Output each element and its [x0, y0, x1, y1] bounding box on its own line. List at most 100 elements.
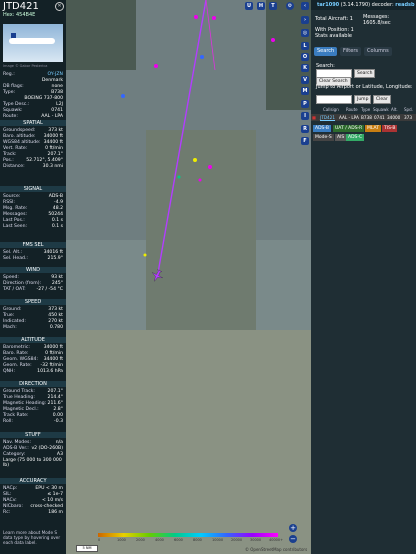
map-view[interactable]	[66, 0, 311, 554]
map-button-l[interactable]: L	[301, 42, 309, 50]
detail-value: 186 m	[48, 510, 63, 515]
altitude-color-legend	[98, 533, 278, 537]
map-button-r[interactable]: R	[301, 125, 309, 133]
filter-modes[interactable]: Mode-S	[313, 134, 334, 141]
map-attribution[interactable]: © OpenStreetMap contributors	[245, 547, 307, 552]
jump-button[interactable]: Jump	[354, 95, 372, 104]
ais-dot[interactable]	[177, 175, 181, 179]
detail-key: Baro. Rate:	[3, 351, 29, 356]
detail-key: Messages:	[3, 212, 28, 217]
ais-dot[interactable]	[200, 55, 204, 59]
zoom-in-button[interactable]: +	[289, 524, 297, 532]
detail-key: Sel. Head.:	[3, 256, 28, 261]
detail-value: 30.3 nmi	[42, 164, 63, 169]
close-icon[interactable]: ✕	[55, 2, 64, 11]
detail-value: 270 kt	[48, 319, 63, 324]
fuselage	[9, 38, 55, 44]
col-squawk[interactable]: Squawk	[373, 107, 389, 112]
decoder-link[interactable]: readsb	[395, 2, 414, 8]
aircraft-callsign[interactable]: JTD421	[3, 1, 39, 12]
detail-key: True Heading:	[3, 395, 35, 400]
detail-key: DB flags:	[3, 84, 24, 89]
map-button-h[interactable]: H	[257, 2, 265, 10]
filter-adsc[interactable]: ADS-C	[346, 134, 365, 141]
ais-dot[interactable]	[143, 253, 147, 257]
ais-dot[interactable]	[208, 165, 212, 169]
zoom-out-button[interactable]: −	[289, 535, 297, 543]
stats-available[interactable]: Stats available	[315, 33, 352, 39]
section-accuracy: ACCURACY	[0, 478, 66, 484]
aircraft-detail-panel: JTD421 Hex: 454B4E ✕ Image © Gabor Peste…	[0, 0, 66, 554]
collapse-icon[interactable]: ‹	[301, 2, 309, 10]
col-spd[interactable]: Spd.	[404, 107, 413, 112]
map-button-i[interactable]: I	[301, 112, 309, 120]
detail-key: Indicated:	[3, 319, 26, 324]
jump-input[interactable]	[316, 95, 352, 104]
row-spd: 373	[404, 115, 412, 120]
map-button-v[interactable]: V	[301, 76, 309, 84]
aircraft-photo[interactable]	[3, 24, 63, 62]
detail-value[interactable]: OY-JZN	[48, 72, 63, 77]
colorbar-label: 4000	[155, 538, 164, 542]
detail-row: Last Seen: 0.1 s	[3, 224, 63, 230]
map-button-k[interactable]: K	[301, 64, 309, 72]
clear-button[interactable]: Clear	[373, 95, 391, 104]
detail-key: Mach:	[3, 325, 17, 330]
tab-search[interactable]: Search	[314, 47, 338, 56]
col-callsign[interactable]: Callsign	[323, 107, 339, 112]
jump-label: Jump to Airport or Latitude, Longitude:	[316, 84, 413, 90]
detail-value: 0.1 s	[51, 224, 63, 229]
map-button-f[interactable]: F	[301, 137, 309, 145]
version-link[interactable]: tar1090	[317, 2, 339, 8]
table-row[interactable]: ■ JTD421 AAL - LPA B738 0741 34000 373	[311, 114, 416, 121]
col-type[interactable]: Type	[361, 107, 370, 112]
footer-note: Learn more about Mode S data type by hov…	[3, 530, 61, 545]
detail-key: NACv:	[3, 498, 17, 503]
filter-uat[interactable]: UAT / ADS-R	[333, 125, 365, 132]
version-bar: tar1090 (3.14.1790) decoder: readsb	[311, 0, 416, 10]
ais-dot[interactable]	[121, 94, 125, 98]
detail-value: 450 kt	[48, 313, 63, 318]
detail-value: AAL - LPA	[41, 114, 63, 119]
map-button-t[interactable]: T	[269, 2, 277, 10]
ais-dot[interactable]	[154, 64, 158, 68]
row-alt: 34000	[387, 115, 401, 120]
filter-mlat[interactable]: MLAT	[365, 125, 381, 132]
ais-dot[interactable]	[198, 178, 202, 182]
map-button-p[interactable]: P	[301, 100, 309, 108]
map-button-o[interactable]: O	[301, 53, 309, 61]
section-direction: DIRECTION	[0, 381, 66, 387]
colorbar-label: 20000	[231, 538, 243, 542]
expand-icon[interactable]: ›	[301, 16, 309, 24]
detail-key: Squawk:	[3, 108, 23, 113]
detail-key: WGS84 altitude:	[3, 140, 41, 145]
tab-columns[interactable]: Columns	[364, 47, 392, 56]
col-alt[interactable]: Alt.	[391, 107, 398, 112]
tab-filters[interactable]: Filters	[340, 47, 361, 56]
ais-dot[interactable]	[193, 158, 197, 162]
ais-dot[interactable]	[194, 15, 198, 19]
row-callsign[interactable]: JTD421	[320, 114, 335, 121]
detail-row: TAT / OAT: -27 / -54 °C	[3, 287, 63, 293]
search-button[interactable]: Search	[354, 69, 376, 78]
map-overlay	[121, 0, 275, 284]
settings-gear-icon[interactable]: ⚙	[286, 2, 294, 10]
filter-ais[interactable]: AIS	[335, 134, 347, 141]
col-route[interactable]: Route	[346, 107, 358, 112]
detail-value: 0 ft/min	[45, 146, 63, 151]
detail-key: Direction (from):	[3, 281, 42, 286]
aircraft-marker-icon[interactable]	[149, 268, 165, 284]
map-button-m[interactable]: M	[301, 87, 309, 95]
filter-adsb[interactable]: ADS-B	[313, 125, 331, 132]
ais-dot[interactable]	[271, 38, 275, 42]
colorbar-label: 0	[98, 538, 101, 542]
detail-key: Type:	[3, 90, 16, 95]
ais-dot[interactable]	[212, 16, 216, 20]
reset-map-icon[interactable]: ◎	[301, 29, 309, 37]
detail-value: -0.3	[54, 419, 63, 424]
map-button-u[interactable]: U	[245, 2, 253, 10]
detail-key: Speed:	[3, 275, 19, 280]
filter-tisb[interactable]: TIS-B	[382, 125, 398, 132]
detail-row: Rc: 186 m	[3, 510, 63, 516]
detail-value: 207.1°	[47, 389, 63, 394]
